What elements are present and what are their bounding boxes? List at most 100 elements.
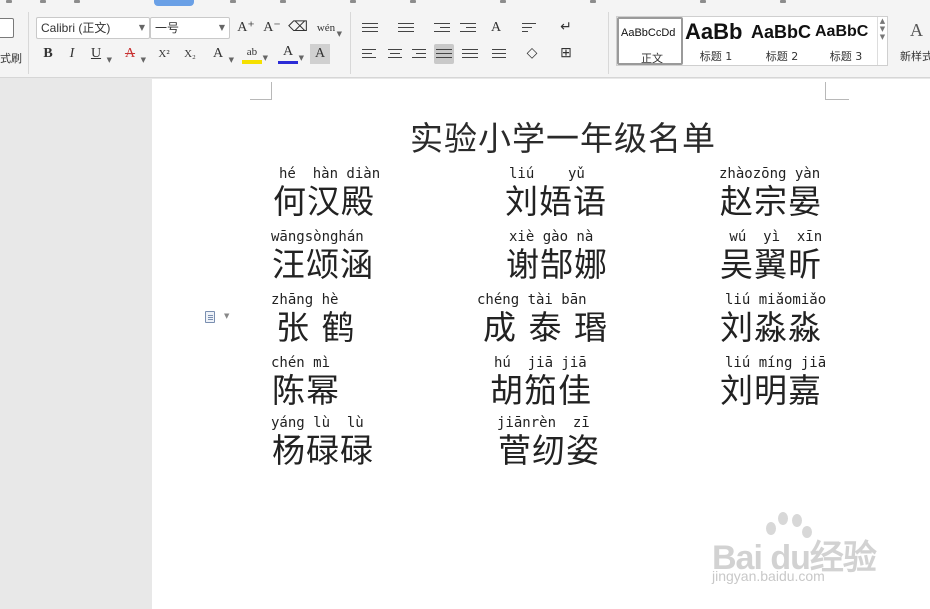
justify-button[interactable]: [434, 44, 454, 64]
style-heading-3-sample: AaBbC: [815, 23, 869, 40]
pinyin-text: wú yì xīn: [721, 229, 823, 245]
decrease-indent-icon[interactable]: [434, 22, 450, 34]
name-entry[interactable]: chén mì 陈幂: [271, 354, 340, 410]
borders-icon[interactable]: ⊞: [556, 44, 576, 64]
toolbar-divider: [28, 12, 29, 74]
chevron-down-icon: ▼: [106, 56, 112, 64]
name-entry[interactable]: jiānrèn zī 菅纫姿: [497, 414, 600, 470]
style-heading-1-name: 标题 1: [699, 50, 733, 63]
name-text: 张 鹤: [276, 308, 356, 347]
show-marks-icon[interactable]: ↵: [556, 18, 576, 38]
pinyin-text: liú miǎomiǎo: [725, 292, 827, 308]
style-normal[interactable]: AaBbCcDd 正文: [617, 17, 683, 65]
pinyin-text: zhāng hè: [271, 292, 339, 308]
phonetic-guide-label: wén: [316, 22, 336, 34]
tab-strip: [0, 0, 930, 7]
pinyin-text: xiè gào nà: [509, 229, 594, 245]
font-name-select[interactable]: Calibri (正文) ▼: [36, 17, 150, 39]
strikethrough-button[interactable]: A ▼: [120, 44, 146, 64]
phonetic-guide-button[interactable]: wén ▼: [316, 18, 342, 38]
italic-button[interactable]: I: [62, 44, 82, 64]
font-color-label: A: [282, 44, 294, 59]
line-spacing-icon[interactable]: [488, 48, 506, 60]
style-heading-1[interactable]: AaBb 标题 1: [683, 17, 749, 65]
style-heading-2[interactable]: AaBbC 标题 2: [749, 17, 815, 65]
name-text: 谢郜娜: [506, 245, 608, 284]
name-entry[interactable]: wú yì xīn 吴翼昕: [720, 228, 823, 284]
chevron-down-icon: ▼: [298, 54, 304, 62]
name-entry[interactable]: xiè gào nà 谢郜娜: [506, 228, 608, 284]
name-entry[interactable]: chéng tài bān 成 泰 瑉: [477, 291, 608, 347]
subscript-button[interactable]: X₂: [180, 44, 200, 64]
new-style-button[interactable]: A 新样式: [898, 16, 930, 66]
font-size-value: 一号: [155, 21, 180, 35]
name-text: 成 泰 瑉: [483, 308, 608, 347]
grow-font-button[interactable]: A⁺: [236, 18, 256, 38]
name-entry[interactable]: zhàozōng yàn 赵宗晏: [719, 165, 822, 221]
text-effect-button[interactable]: A ▼: [208, 44, 234, 64]
pinyin-text: wāngsònghán: [271, 229, 364, 245]
name-entry[interactable]: yáng lù lù 杨碌碌: [271, 414, 374, 470]
highlight-button[interactable]: ab ▼: [242, 42, 268, 64]
pinyin-text: yáng lù lù: [271, 415, 364, 431]
name-entry[interactable]: hú jiā jiā 胡笳佳: [490, 354, 592, 410]
numbering-icon[interactable]: [398, 22, 414, 34]
pinyin-text: chén mì: [271, 355, 331, 371]
pinyin-text: hé hàn diàn: [279, 166, 381, 182]
font-color-button[interactable]: A ▼: [278, 42, 304, 64]
name-text: 刘明嘉: [720, 371, 822, 410]
style-normal-sample: AaBbCcDd: [621, 27, 676, 39]
name-entry[interactable]: liú miǎomiǎo 刘淼淼: [720, 291, 827, 347]
distributed-icon[interactable]: [462, 48, 478, 60]
style-gallery-scroll[interactable]: ▲ ▼ ▼: [877, 17, 887, 65]
superscript-button[interactable]: X²: [154, 44, 174, 64]
pinyin-text: liú yǔ: [509, 166, 585, 182]
baidu-jingyan-watermark: Bai du经验 jingyan.baidu.com: [708, 512, 888, 592]
chinese-layout-icon[interactable]: A: [486, 18, 506, 38]
name-entry[interactable]: wāngsònghán 汪颂涵: [271, 228, 374, 284]
name-text: 刘淼淼: [720, 308, 822, 347]
toolbar-divider: [608, 12, 609, 74]
name-entry[interactable]: liú yǔ 刘娪语: [505, 165, 607, 221]
name-text: 汪颂涵: [272, 245, 374, 284]
underline-button[interactable]: U ▼: [86, 44, 112, 64]
style-heading-3[interactable]: AaBbC 标题 3: [813, 17, 877, 65]
style-heading-2-name: 标题 2: [765, 50, 799, 63]
active-tab-indicator[interactable]: [154, 0, 194, 6]
name-text: 陈幂: [272, 371, 340, 410]
font-size-select[interactable]: 一号 ▼: [150, 17, 230, 39]
margin-mark: [250, 99, 272, 100]
format-painter-icon: [0, 18, 14, 38]
sort-icon[interactable]: [522, 22, 538, 34]
name-text: 赵宗晏: [720, 182, 822, 221]
chevron-down-icon[interactable]: ▼: [224, 312, 229, 320]
name-entry[interactable]: hé hàn diàn 何汉殿: [273, 165, 381, 221]
shading-icon[interactable]: ◇: [522, 44, 542, 64]
chevron-down-icon: ▼: [140, 56, 146, 64]
style-heading-1-sample: AaBb: [685, 19, 743, 44]
name-entry[interactable]: liú míng jiā 刘明嘉: [720, 354, 826, 410]
align-center-icon[interactable]: [388, 48, 404, 60]
increase-indent-icon[interactable]: [460, 22, 476, 34]
bold-button[interactable]: B: [38, 44, 58, 64]
text-effect-label: A: [212, 46, 224, 61]
char-shading-button[interactable]: A: [310, 44, 330, 64]
style-heading-2-sample: AaBbC: [751, 22, 812, 42]
toolbar-divider: [350, 12, 351, 74]
margin-mark: [271, 82, 272, 100]
format-painter-button[interactable]: 式刷: [0, 12, 22, 72]
chevron-down-icon: ▼: [336, 30, 342, 38]
clear-format-button[interactable]: ⌫: [288, 18, 308, 38]
pinyin-text: jiānrèn zī: [497, 415, 590, 431]
name-text: 何汉殿: [273, 182, 375, 221]
align-right-icon[interactable]: [412, 48, 428, 60]
name-entry[interactable]: zhāng hè 张 鹤: [271, 291, 356, 347]
paragraph-layout-icon[interactable]: [205, 311, 215, 323]
shrink-font-button[interactable]: A⁻: [262, 18, 282, 38]
name-text: 杨碌碌: [272, 431, 374, 470]
bullets-icon[interactable]: [362, 22, 378, 34]
align-left-icon[interactable]: [362, 48, 378, 60]
watermark-url: jingyan.baidu.com: [712, 568, 825, 584]
document-title[interactable]: 实验小学一年级名单: [410, 112, 716, 160]
pinyin-text: hú jiā jiā: [494, 355, 587, 371]
